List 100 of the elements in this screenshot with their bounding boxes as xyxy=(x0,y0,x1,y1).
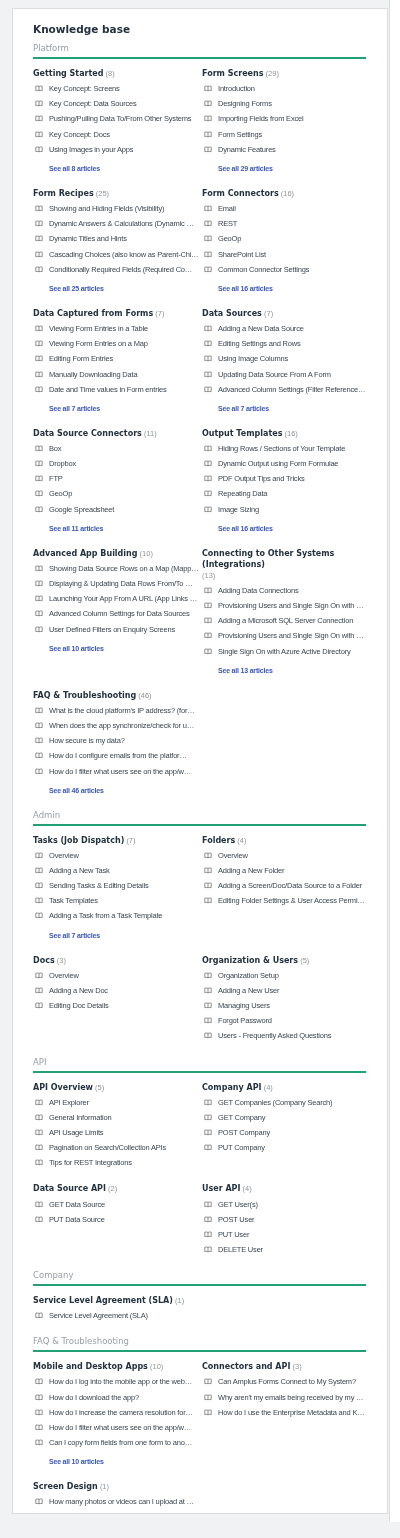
book-icon xyxy=(35,767,43,775)
book-icon xyxy=(35,866,43,874)
book-icon xyxy=(204,220,212,228)
book-icon xyxy=(204,1002,212,1010)
book-icon xyxy=(204,444,212,452)
category-title[interactable]: Form Connectors xyxy=(202,187,279,199)
book-icon xyxy=(35,444,43,452)
book-icon xyxy=(204,460,212,468)
book-icon xyxy=(35,145,43,153)
book-icon xyxy=(35,721,43,729)
category-title[interactable]: Data Source API xyxy=(33,1183,106,1195)
book-icon xyxy=(204,1017,212,1025)
book-icon xyxy=(204,1113,212,1121)
category-title[interactable]: Connecting to Other Systems (Integrations) xyxy=(202,547,352,570)
book-icon xyxy=(35,595,43,603)
book-icon xyxy=(35,986,43,994)
book-icon xyxy=(35,385,43,393)
category-title[interactable]: Data Source Connectors xyxy=(33,427,142,439)
book-icon xyxy=(35,1144,43,1152)
book-icon xyxy=(204,617,212,625)
book-icon xyxy=(204,851,212,859)
category-title[interactable]: Output Templates xyxy=(202,427,283,439)
category-title[interactable]: Data Captured from Forms xyxy=(33,307,154,319)
book-icon xyxy=(35,1378,43,1386)
book-icon xyxy=(35,1128,43,1136)
category-title[interactable]: Getting Started xyxy=(33,68,104,79)
book-icon xyxy=(204,355,212,363)
book-icon xyxy=(35,882,43,890)
book-icon xyxy=(204,100,212,108)
book-icon xyxy=(35,1439,43,1447)
book-icon xyxy=(204,250,212,258)
category-title[interactable]: Data Sources xyxy=(202,307,262,319)
category-title[interactable]: Advanced App Building xyxy=(33,547,138,559)
book-icon xyxy=(204,505,212,513)
book-icon xyxy=(35,460,43,468)
book-icon xyxy=(35,564,43,572)
book-icon xyxy=(204,897,212,905)
category-title[interactable]: Connectors and API xyxy=(202,1361,291,1373)
book-icon xyxy=(204,586,212,594)
book-icon xyxy=(204,882,212,890)
category-title[interactable]: Folders xyxy=(202,834,236,846)
book-icon xyxy=(35,85,43,93)
book-icon xyxy=(204,115,212,123)
book-icon xyxy=(35,205,43,213)
book-icon xyxy=(35,340,43,348)
book-icon xyxy=(35,1113,43,1121)
book-icon xyxy=(35,115,43,123)
book-icon xyxy=(35,1215,43,1223)
book-icon xyxy=(35,235,43,243)
book-icon xyxy=(35,1408,43,1416)
book-icon xyxy=(35,580,43,588)
category-title[interactable]: API Overview xyxy=(33,1081,93,1093)
book-icon xyxy=(35,1393,43,1401)
book-icon xyxy=(35,265,43,273)
category-title[interactable]: Company API xyxy=(202,1081,262,1093)
book-icon xyxy=(35,505,43,513)
category-title[interactable]: Docs xyxy=(33,954,55,966)
book-icon xyxy=(204,1408,212,1416)
book-icon xyxy=(204,1032,212,1040)
book-icon xyxy=(35,706,43,714)
section-title: Platform xyxy=(33,42,366,59)
category-title[interactable]: Form Screens xyxy=(202,68,264,79)
book-icon xyxy=(204,340,212,348)
category-title[interactable]: Screen Design xyxy=(33,1481,98,1493)
book-icon xyxy=(204,971,212,979)
category-title[interactable]: Tasks (Job Dispatch) xyxy=(33,834,125,846)
book-icon xyxy=(35,610,43,618)
book-icon xyxy=(204,602,212,610)
book-icon xyxy=(35,220,43,228)
category-title[interactable]: FAQ & Troubleshooting xyxy=(33,689,137,701)
book-icon xyxy=(204,986,212,994)
book-icon xyxy=(35,1312,43,1320)
book-icon xyxy=(204,490,212,498)
book-icon xyxy=(35,250,43,258)
book-icon xyxy=(204,324,212,332)
section-title: FAQ & Troubleshooting xyxy=(33,1335,366,1353)
category-title[interactable]: Mobile and Desktop Apps xyxy=(33,1361,148,1373)
book-icon xyxy=(35,1498,43,1506)
category-title[interactable]: User API xyxy=(202,1183,241,1195)
category-title[interactable]: Service Level Agreement (SLA) xyxy=(33,1295,173,1307)
book-icon xyxy=(35,737,43,745)
book-icon xyxy=(204,1144,212,1152)
book-icon xyxy=(204,370,212,378)
book-icon xyxy=(35,1159,43,1167)
book-icon xyxy=(35,475,43,483)
section-title: API xyxy=(33,1055,366,1073)
book-icon xyxy=(204,1246,212,1254)
book-icon xyxy=(35,971,43,979)
category-title[interactable]: Organization & Users xyxy=(202,954,299,966)
book-icon xyxy=(35,130,43,138)
book-icon xyxy=(204,647,212,655)
book-icon xyxy=(204,1200,212,1208)
book-icon xyxy=(35,370,43,378)
book-icon xyxy=(35,897,43,905)
book-icon xyxy=(204,265,212,273)
book-icon xyxy=(35,324,43,332)
book-icon xyxy=(35,752,43,760)
category-title[interactable]: Form Recipes xyxy=(33,187,94,199)
book-icon xyxy=(35,1098,43,1106)
book-icon xyxy=(35,1002,43,1010)
